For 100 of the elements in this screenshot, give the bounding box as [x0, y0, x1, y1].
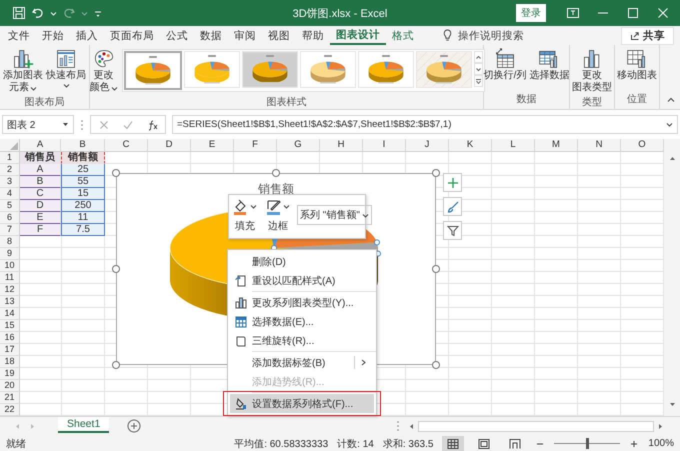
formula-field[interactable]: =SERIES(Sheet1!$B$1,Sheet1!$A$2:$A$7,Sheet1!$B$2:$B$7,1): [172, 115, 678, 134]
column-header[interactable]: F: [234, 139, 277, 152]
ribbon-tab[interactable]: 开始: [36, 26, 70, 45]
column-header[interactable]: N: [578, 139, 621, 152]
row-header[interactable]: 13: [0, 296, 20, 308]
scroll-down-icon[interactable]: [668, 401, 676, 408]
column-header[interactable]: L: [492, 139, 535, 152]
caret-icon[interactable]: [81, 10, 88, 16]
chart-elements-button[interactable]: [443, 173, 462, 192]
undo-icon[interactable]: [31, 6, 45, 20]
row-header[interactable]: 8: [0, 236, 20, 248]
scroll-right-icon[interactable]: [657, 422, 664, 430]
ribbon-command[interactable]: 更改 图表类型: [571, 47, 613, 95]
row-header[interactable]: 21: [0, 392, 20, 404]
column-header[interactable]: J: [406, 139, 449, 152]
save-icon[interactable]: [12, 6, 26, 20]
horizontal-scrollbar[interactable]: [408, 420, 664, 432]
resize-handle[interactable]: [112, 169, 120, 177]
gallery-up-button[interactable]: [474, 51, 482, 63]
ribbon-command[interactable]: 移动图表: [616, 47, 658, 83]
ribbon-command[interactable]: 选择数据: [528, 47, 570, 83]
column-header[interactable]: C: [105, 139, 148, 152]
resize-handle[interactable]: [112, 361, 120, 369]
row-header[interactable]: 4: [0, 188, 20, 200]
ribbon-tab[interactable]: 视图: [262, 26, 296, 45]
zoom-in-icon[interactable]: [629, 438, 640, 448]
row-header[interactable]: 11: [0, 272, 20, 284]
function-icon[interactable]: [147, 118, 159, 130]
vertical-scrollbar[interactable]: [664, 139, 680, 416]
name-box[interactable]: 图表 2: [2, 115, 74, 134]
cancel-icon[interactable]: [99, 120, 109, 130]
column-header[interactable]: G: [277, 139, 320, 152]
column-header[interactable]: E: [191, 139, 234, 152]
share-button[interactable]: 共享: [621, 26, 674, 44]
row-header[interactable]: 14: [0, 308, 20, 320]
row-header[interactable]: 16: [0, 332, 20, 344]
zoom-slider-thumb[interactable]: [586, 438, 589, 449]
row-header[interactable]: 10: [0, 260, 20, 272]
column-header[interactable]: B: [61, 139, 105, 152]
column-header[interactable]: I: [363, 139, 406, 152]
row-header[interactable]: 17: [0, 344, 20, 356]
scroll-left-icon[interactable]: [408, 422, 415, 430]
column-header[interactable]: H: [320, 139, 363, 152]
redo-icon[interactable]: [62, 6, 76, 20]
menu-item[interactable]: 重设以匹配样式(A): [230, 271, 374, 290]
search-field[interactable]: 操作说明搜索: [458, 28, 524, 42]
resize-handle[interactable]: [112, 265, 120, 273]
close-icon[interactable]: [656, 6, 670, 20]
column-header[interactable]: K: [449, 139, 492, 152]
row-header[interactable]: 18: [0, 356, 20, 368]
row-header[interactable]: 22: [0, 404, 20, 416]
gallery-more-button[interactable]: [474, 75, 482, 87]
ribbon-tab[interactable]: 公式: [160, 26, 194, 45]
column-header[interactable]: A: [20, 139, 61, 152]
sheet-tab[interactable]: Sheet1: [58, 417, 110, 433]
row-header[interactable]: 7: [0, 224, 20, 236]
row-header[interactable]: 15: [0, 320, 20, 332]
ribbon-command[interactable]: 切换行/列: [482, 47, 528, 83]
menu-item[interactable]: 更改系列图表类型(Y)...: [230, 293, 374, 312]
resize-handle[interactable]: [272, 169, 280, 177]
ribbon-tab[interactable]: 文件: [2, 26, 36, 45]
menu-item[interactable]: 删除(D): [230, 252, 374, 271]
drag-handle-icon[interactable]: [396, 420, 400, 432]
series-dropdown[interactable]: 系列 "销售额": [297, 205, 372, 225]
outline-button[interactable]: 边框: [264, 199, 292, 233]
ribbon-tab[interactable]: 帮助: [296, 26, 330, 45]
add-sheet-icon[interactable]: [127, 419, 142, 433]
chart-style-option[interactable]: [124, 51, 182, 90]
fill-button[interactable]: 填充: [231, 199, 259, 233]
menu-item[interactable]: 设置数据系列格式(F)...: [230, 394, 374, 413]
ribbon-tab[interactable]: 页面布局: [104, 26, 160, 45]
ribbon-command[interactable]: 添加图表 元素: [2, 47, 44, 95]
row-header[interactable]: 6: [0, 212, 20, 224]
row-header[interactable]: 12: [0, 284, 20, 296]
row-header[interactable]: 1: [0, 152, 20, 164]
check-icon[interactable]: [123, 120, 133, 130]
ribbon-display-icon[interactable]: [566, 6, 580, 20]
row-header[interactable]: 20: [0, 380, 20, 392]
view-button[interactable]: [442, 436, 464, 451]
resize-handle[interactable]: [432, 169, 440, 177]
row-header[interactable]: 3: [0, 176, 20, 188]
row-header[interactable]: 5: [0, 200, 20, 212]
gallery-down-button[interactable]: [474, 63, 482, 75]
chart-filters-button[interactable]: [443, 221, 462, 240]
resize-handle[interactable]: [432, 361, 440, 369]
sign-in-button[interactable]: 登录: [516, 4, 546, 22]
menu-item[interactable]: 选择数据(E)...: [230, 312, 374, 331]
chart-styles-button[interactable]: [443, 197, 462, 216]
resize-handle[interactable]: [432, 265, 440, 273]
ribbon-tab[interactable]: 插入: [70, 26, 104, 45]
column-header[interactable]: O: [621, 139, 664, 152]
caret-icon[interactable]: [50, 10, 57, 16]
column-header[interactable]: M: [535, 139, 578, 152]
row-header[interactable]: 2: [0, 164, 20, 176]
zoom-level[interactable]: 100%: [648, 438, 674, 449]
scroll-up-icon[interactable]: [668, 155, 676, 162]
ribbon-command[interactable]: 更改 颜色: [88, 47, 118, 95]
menu-item[interactable]: 添加数据标签(B): [230, 353, 374, 372]
ribbon-tab[interactable]: 格式: [386, 26, 420, 45]
ribbon-command[interactable]: 快速布局: [45, 47, 87, 90]
